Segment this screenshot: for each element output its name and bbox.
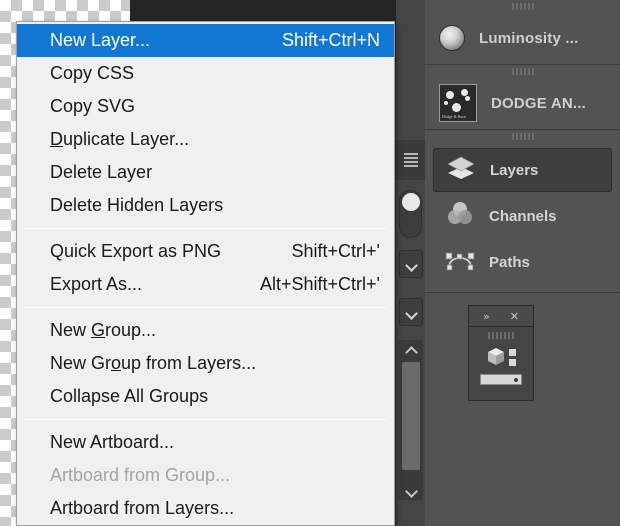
chevron-down-icon	[406, 261, 417, 268]
menu-item-label: New Group...	[50, 320, 157, 340]
mini-panel-swatches	[509, 348, 516, 366]
menu-item-label: Artboard from Group...	[50, 465, 231, 485]
mini-panel-content[interactable]	[486, 347, 516, 367]
menu-item[interactable]: Export As... Alt+Shift+Ctrl+'	[17, 268, 394, 301]
scrollbar-up-button[interactable]	[399, 340, 423, 358]
vertical-scrollbar[interactable]	[399, 340, 423, 500]
menu-item-label: New Artboard...	[50, 432, 175, 452]
swatch-square	[509, 358, 516, 366]
menu-item-label: Duplicate Layer...	[50, 129, 190, 149]
tab-label: Channels	[489, 207, 557, 225]
panel-menu-button[interactable]	[396, 140, 425, 180]
menu-item-label: Delete Hidden Layers	[50, 195, 224, 215]
menu-item-label: New Group from Layers...	[50, 353, 257, 373]
panel-drag-grip[interactable]	[425, 130, 620, 142]
menu-item[interactable]: Delete Hidden Layers	[17, 189, 394, 222]
scrollbar-thumb[interactable]	[402, 362, 420, 470]
panel-drag-grip[interactable]	[425, 0, 620, 12]
menu-item: Artboard from Group...	[17, 459, 394, 492]
floating-mini-panel[interactable]: » ✕	[468, 305, 534, 401]
menu-item[interactable]: New Artboard...	[17, 426, 394, 459]
radio-knob-icon	[402, 193, 420, 211]
dock-section-luminosity: Luminosity ...	[425, 0, 620, 65]
menu-item-shortcut: Shift+Ctrl+'	[291, 241, 380, 261]
panel-drag-grip[interactable]	[488, 332, 514, 339]
toggle-control[interactable]	[399, 190, 422, 238]
menu-item-label: Collapse All Groups	[50, 386, 209, 406]
hamburger-menu-icon-line3	[403, 161, 418, 163]
dock-item-luminosity[interactable]: Luminosity ...	[425, 12, 620, 64]
layers-stack-icon	[446, 155, 476, 186]
menu-item-label: New Layer...	[50, 30, 151, 50]
close-icon[interactable]: ✕	[510, 311, 519, 322]
chevron-down-icon	[406, 309, 417, 316]
menu-item-label: Delete Layer	[50, 162, 153, 182]
menu-item[interactable]: Duplicate Layer...	[17, 123, 394, 156]
menu-item-label: Copy CSS	[50, 63, 135, 83]
right-panel-dock: Luminosity ... Dodge & Burn DODGE AN...	[425, 0, 620, 526]
menu-item[interactable]: Delete Layer	[17, 156, 394, 189]
scroll-up-arrow-icon	[406, 346, 416, 352]
menu-item-label: Quick Export as PNG	[50, 241, 222, 261]
menu-item[interactable]: Copy CSS	[17, 57, 394, 90]
collapse-button-2[interactable]	[399, 298, 423, 326]
channels-venn-icon	[445, 201, 475, 232]
menu-item[interactable]: Artboard from Layers...	[17, 492, 394, 525]
menu-separator	[25, 307, 386, 308]
swatch-square	[509, 348, 516, 356]
dock-section-panel-tabs: Layers Channels Paths	[425, 130, 620, 293]
hamburger-menu-icon-line4	[403, 165, 418, 167]
panel-drag-grip[interactable]	[425, 65, 620, 77]
dock-item-dodge-and-burn[interactable]: Dodge & Burn DODGE AN...	[425, 77, 620, 129]
mini-panel-slider[interactable]	[480, 374, 522, 385]
menu-item[interactable]: Collapse All Groups	[17, 380, 394, 413]
scroll-down-arrow-icon	[406, 488, 416, 494]
menu-item[interactable]: New Group from Layers...	[17, 347, 394, 380]
dock-item-label: Luminosity ...	[479, 29, 579, 47]
menu-item-shortcut: Alt+Shift+Ctrl+'	[260, 274, 380, 294]
menu-item-label: Export As...	[50, 274, 143, 294]
tab-label: Paths	[489, 253, 530, 271]
tab-channels[interactable]: Channels	[433, 194, 612, 238]
mini-panel-body	[469, 327, 533, 400]
tab-paths[interactable]: Paths	[433, 240, 612, 284]
menu-item-label: Copy SVG	[50, 96, 136, 116]
hamburger-menu-icon-line2	[403, 157, 418, 159]
dock-section-dodge-and-burn: Dodge & Burn DODGE AN...	[425, 65, 620, 130]
mini-panel-titlebar: » ✕	[469, 306, 533, 327]
menu-separator	[25, 228, 386, 229]
tab-label: Layers	[490, 161, 539, 179]
paths-bezier-icon	[445, 247, 475, 278]
layer-context-menu[interactable]: New Layer... Shift+Ctrl+N Copy CSS Copy SVG…	[16, 21, 395, 526]
dock-item-label: DODGE AN...	[491, 94, 586, 112]
panel-tool-strip	[396, 0, 425, 526]
collapse-button-1[interactable]	[399, 250, 423, 278]
menu-item[interactable]: Copy SVG	[17, 90, 394, 123]
photoshop-window: Luminosity ... Dodge & Burn DODGE AN...	[0, 0, 620, 526]
3d-cube-icon	[486, 347, 506, 367]
menu-item[interactable]: New Layer... Shift+Ctrl+N	[17, 24, 394, 57]
luminosity-swatch-icon	[439, 25, 465, 51]
scrollbar-down-button[interactable]	[399, 482, 423, 500]
menu-item[interactable]: New Group...	[17, 314, 394, 347]
hamburger-menu-icon	[403, 153, 418, 155]
thumbnail-caption: Dodge & Burn	[442, 114, 466, 119]
menu-separator	[25, 419, 386, 420]
expand-panels-icon[interactable]: »	[483, 311, 490, 322]
menu-item-label: Artboard from Layers...	[50, 498, 235, 518]
dodge-and-burn-thumbnail-icon: Dodge & Burn	[439, 84, 477, 122]
menu-item-shortcut: Shift+Ctrl+N	[281, 30, 380, 50]
tab-layers[interactable]: Layers	[433, 148, 612, 192]
menu-item[interactable]: Quick Export as PNG Shift+Ctrl+'	[17, 235, 394, 268]
